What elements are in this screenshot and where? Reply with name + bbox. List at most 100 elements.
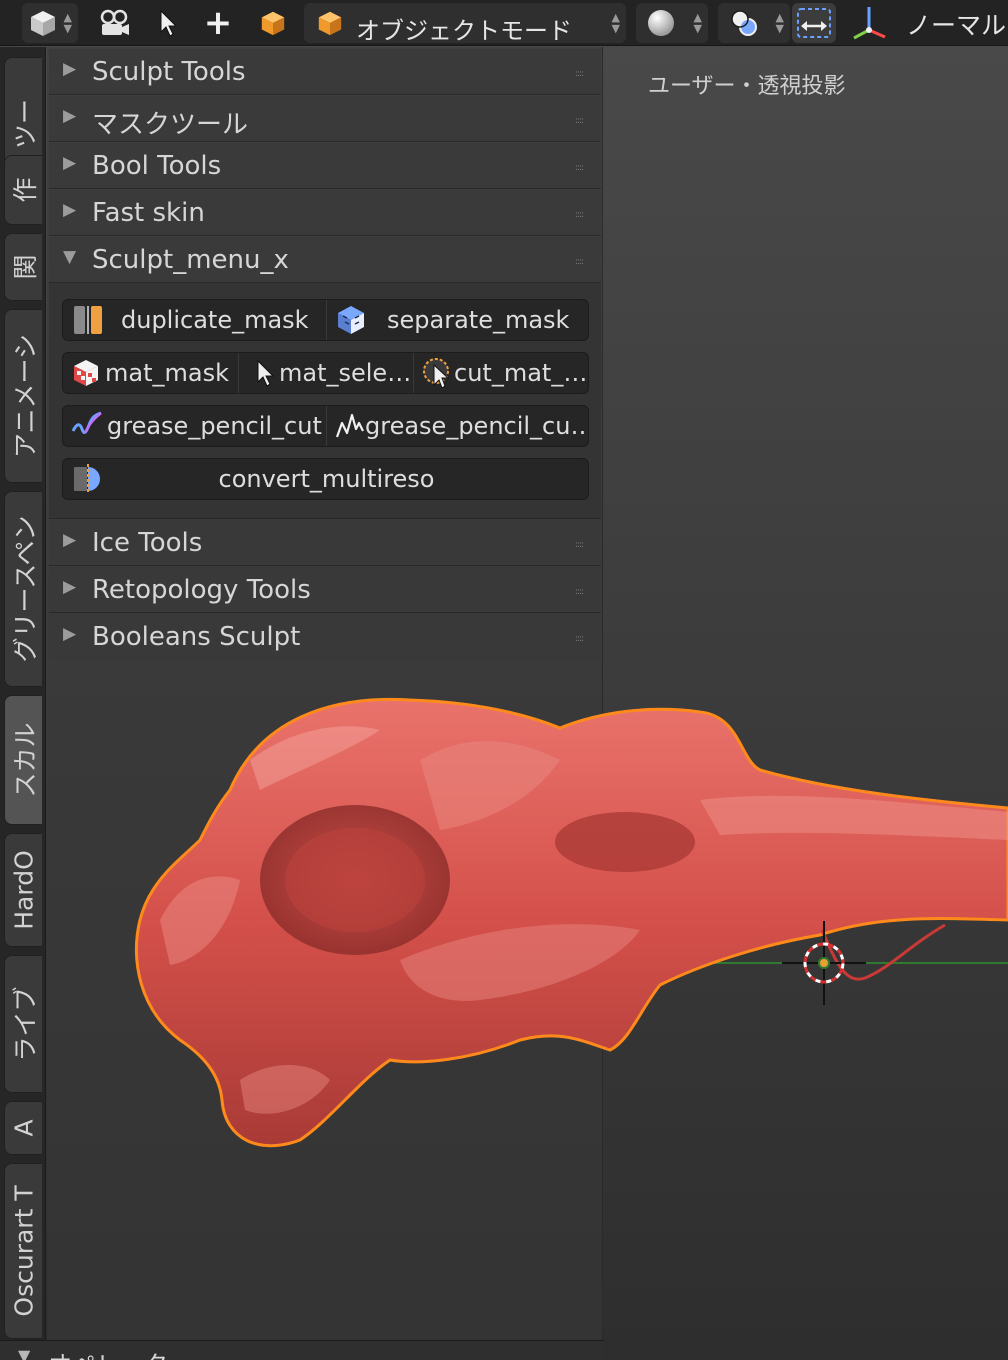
tab-create[interactable]: 作 xyxy=(4,155,42,225)
mat-mask-button[interactable]: mat_mask xyxy=(63,353,237,393)
cut-mat-button[interactable]: cut_mat_… xyxy=(413,353,588,393)
triangle-right-icon: ▶ xyxy=(63,200,77,220)
triangle-right-icon: ▶ xyxy=(63,153,77,173)
drag-grip-icon[interactable]: :::: xyxy=(575,634,584,644)
button-label: duplicate_mask xyxy=(121,306,309,334)
panel-header-fast-skin[interactable]: ▶ Fast skin :::: xyxy=(49,190,601,236)
button-label: mat_sele… xyxy=(279,359,412,387)
tab-label: アニメーシ xyxy=(10,333,40,459)
chevron-updown-icon: ▲ ▼ xyxy=(693,11,702,35)
button-label: cut_mat_… xyxy=(454,359,588,387)
grease-pencil-cut-2-button[interactable]: grease_pencil_cu… xyxy=(326,406,589,446)
operator-panel[interactable]: ▼ オペレーター xyxy=(0,1340,604,1360)
button-label: grease_pencil_cu… xyxy=(365,412,589,440)
panel-header-bool-tools[interactable]: ▶ Bool Tools :::: xyxy=(49,143,601,189)
drag-grip-icon[interactable]: :::: xyxy=(575,257,584,267)
cursor-arrow-icon xyxy=(257,359,275,387)
editor-type-button[interactable]: ▲ ▼ xyxy=(22,3,78,43)
tab-hardops[interactable]: HardO xyxy=(4,833,42,947)
drag-grip-icon[interactable]: :::: xyxy=(575,116,584,126)
panel-header-booleans-sculpt[interactable]: ▶ Booleans Sculpt :::: xyxy=(49,614,601,660)
transform-arrows-icon xyxy=(797,8,831,38)
lasso-cursor-icon xyxy=(423,358,450,389)
camera-button[interactable] xyxy=(86,3,142,43)
tab-a[interactable]: A xyxy=(4,1101,42,1155)
orientation-gizmo-button[interactable] xyxy=(846,3,892,43)
orange-cube-icon xyxy=(261,11,285,36)
panel-title: Ice Tools xyxy=(92,528,203,558)
panel-header-retopology-tools[interactable]: ▶ Retopology Tools :::: xyxy=(49,567,601,613)
chevron-updown-icon: ▲ ▼ xyxy=(611,11,620,35)
button-row: duplicate_mask separate_mask xyxy=(62,299,589,341)
tab-animation[interactable]: アニメーシ xyxy=(4,309,42,483)
mode-label: オブジェクトモード xyxy=(356,17,572,45)
panel-header-sculpt-menu-x[interactable]: ▼ Sculpt_menu_x :::: xyxy=(49,237,601,283)
panel-title: Bool Tools xyxy=(92,151,222,181)
orientation-label[interactable]: ノーマル xyxy=(906,6,1006,42)
select-tool-button[interactable] xyxy=(148,3,188,43)
xyz-axes-icon xyxy=(853,7,886,40)
duplicate-mask-icon xyxy=(74,306,102,334)
object-menu-button[interactable] xyxy=(252,3,294,43)
drag-grip-icon[interactable]: :::: xyxy=(575,163,584,173)
convert-multireso-button[interactable]: convert_multireso xyxy=(63,459,588,499)
panel-header-mask-tools[interactable]: ▶ マスクツール :::: xyxy=(49,96,601,142)
tab-oscurart[interactable]: Oscurart T xyxy=(4,1163,42,1339)
orange-cube-icon xyxy=(318,11,342,36)
panel-header-ice-tools[interactable]: ▶ Ice Tools :::: xyxy=(49,520,601,566)
duplicate-mask-button[interactable]: duplicate_mask xyxy=(63,300,325,340)
tab-label: ライブ xyxy=(10,986,40,1062)
checker-cube-icon xyxy=(74,360,98,386)
button-label: grease_pencil_cut xyxy=(107,412,322,440)
grease-pencil-cut-button[interactable]: grease_pencil_cut xyxy=(63,406,325,446)
cursor-arrow-icon xyxy=(160,9,178,37)
white-sphere-icon xyxy=(648,10,674,36)
tab-label: A xyxy=(9,1119,38,1137)
tab-label: 関 xyxy=(10,254,40,280)
drag-grip-icon[interactable]: :::: xyxy=(575,587,584,597)
separate-mask-icon xyxy=(338,306,364,334)
mirror-half-sphere-icon xyxy=(74,464,100,494)
mat-select-button[interactable]: mat_sele… xyxy=(238,353,412,393)
tab-library[interactable]: ライブ xyxy=(4,955,42,1093)
drag-grip-icon[interactable]: :::: xyxy=(575,540,584,550)
chevron-updown-icon: ▲ ▼ xyxy=(775,11,784,35)
tab-relations[interactable]: 関 xyxy=(4,233,42,301)
mode-dropdown[interactable]: オブジェクトモード ▲ ▼ xyxy=(304,3,626,45)
shading-button[interactable]: ▲ ▼ xyxy=(636,3,708,43)
panel-title: Fast skin xyxy=(92,198,205,228)
panel-title: Sculpt Tools xyxy=(92,57,246,87)
tab-label: スカル xyxy=(10,722,40,798)
triangle-right-icon: ▶ xyxy=(63,577,77,597)
sculpt-menu-x-content: duplicate_mask separate_mask mat_mask ma… xyxy=(49,283,601,519)
panel-title: Booleans Sculpt xyxy=(92,622,301,652)
triangle-right-icon: ▶ xyxy=(63,106,77,126)
tab-label: Oscurart T xyxy=(9,1185,38,1317)
drag-grip-icon[interactable]: :::: xyxy=(575,210,584,220)
sidebar-panel: ▶ Sculpt Tools :::: ▶ マスクツール :::: ▶ Bool… xyxy=(47,47,603,1340)
panel-title: Sculpt_menu_x xyxy=(92,245,289,275)
overlay-button[interactable]: ▲ ▼ xyxy=(718,3,790,43)
overlay-circles-icon xyxy=(731,10,757,36)
cube-view3d-icon xyxy=(31,11,55,36)
tab-grease-pencil[interactable]: グリースペン xyxy=(4,491,42,687)
tab-label: グリースペン xyxy=(10,515,40,663)
panel-header-sculpt-tools[interactable]: ▶ Sculpt Tools :::: xyxy=(49,49,601,95)
drag-grip-icon[interactable]: :::: xyxy=(575,69,584,79)
zigzag-stroke-icon xyxy=(335,413,364,438)
tab-label: HardO xyxy=(9,850,38,930)
button-row: grease_pencil_cut grease_pencil_cu… xyxy=(62,405,589,447)
triangle-down-icon: ▼ xyxy=(63,247,77,267)
chevron-updown-icon: ▲ ▼ xyxy=(63,11,72,35)
separate-mask-button[interactable]: separate_mask xyxy=(326,300,588,340)
3d-viewport[interactable] xyxy=(604,47,1008,1360)
viewport-perspective-label: ユーザー・透視投影 xyxy=(648,74,846,99)
transform-pivot-button[interactable] xyxy=(792,3,836,43)
triangle-right-icon: ▶ xyxy=(63,59,77,79)
operator-panel-title: オペレーター xyxy=(48,1345,192,1360)
add-button[interactable]: + xyxy=(198,3,238,43)
button-row: convert_multireso xyxy=(62,458,589,500)
button-row: mat_mask mat_sele… cut_mat_… xyxy=(62,352,589,394)
tab-sculpt[interactable]: スカル xyxy=(4,695,42,825)
camera-film-icon xyxy=(100,9,129,35)
